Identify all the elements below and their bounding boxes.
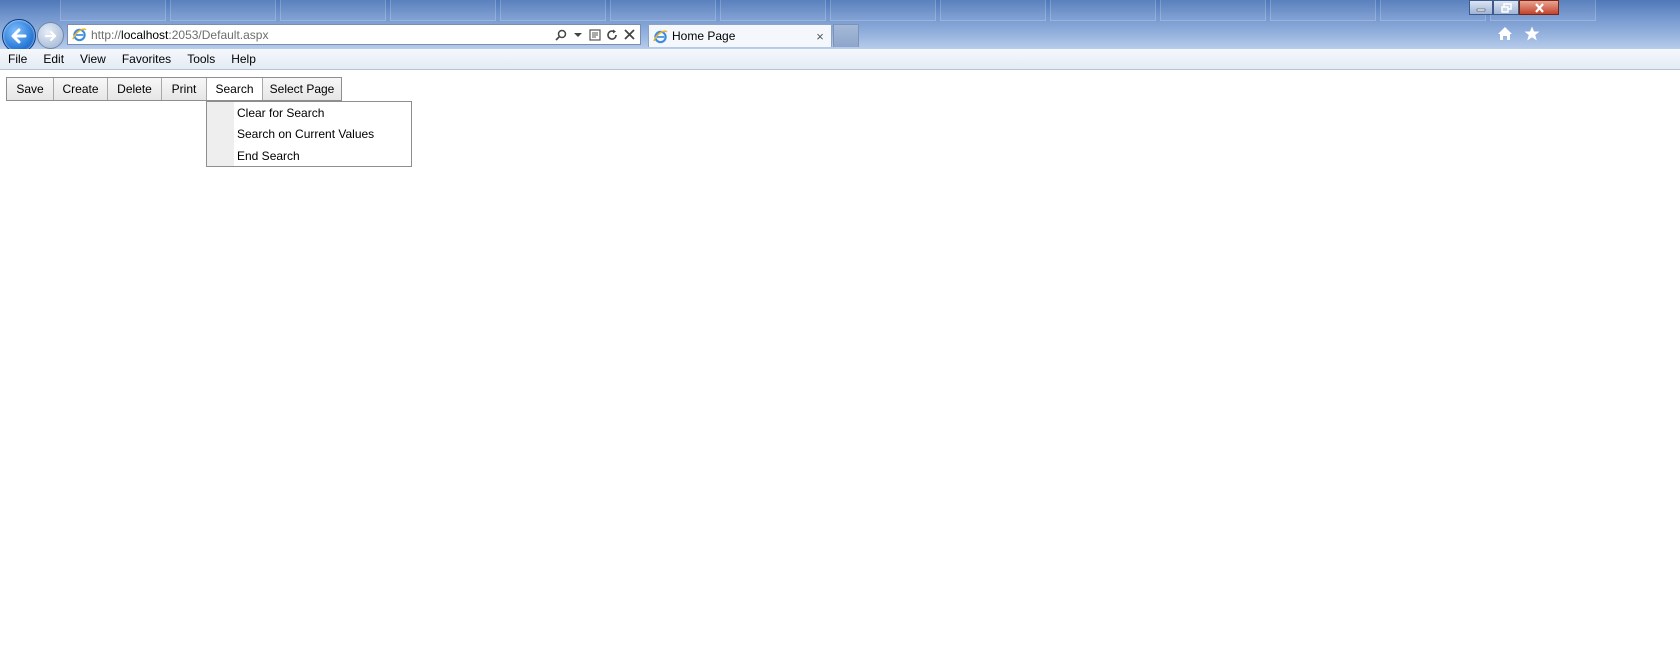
menu-icon-gutter	[207, 102, 234, 166]
restore-icon	[1500, 2, 1512, 13]
refresh-icon[interactable]	[606, 28, 618, 42]
menu-edit[interactable]: Edit	[35, 49, 72, 69]
tab-title: Home Page	[672, 29, 736, 43]
search-dropdown-menu: Clear for Search Search on Current Value…	[206, 101, 412, 167]
forward-arrow-icon	[44, 30, 56, 41]
dropdown-arrow-icon[interactable]	[572, 28, 584, 42]
compatibility-view-icon[interactable]	[589, 28, 601, 42]
window-controls	[1469, 0, 1559, 15]
background-taskbar-strip	[60, 0, 1596, 21]
url-prefix: http://	[91, 27, 122, 42]
menu-item-end-search[interactable]: End Search	[237, 146, 300, 166]
address-url[interactable]: http://localhost:2053/Default.aspx	[91, 28, 555, 42]
menu-tools[interactable]: Tools	[179, 49, 223, 69]
back-button[interactable]	[2, 19, 36, 49]
menu-help[interactable]: Help	[223, 49, 264, 69]
search-icon[interactable]	[555, 28, 567, 42]
select-page-button[interactable]: Select Page	[263, 78, 341, 100]
back-arrow-icon	[11, 28, 27, 44]
menu-item-clear-for-search[interactable]: Clear for Search	[237, 103, 324, 123]
menu-file[interactable]: File	[0, 49, 35, 69]
ie-tab-icon	[653, 30, 668, 43]
create-button[interactable]: Create	[54, 78, 108, 100]
menu-item-search-on-current-values[interactable]: Search on Current Values	[237, 124, 374, 144]
stop-icon[interactable]	[623, 28, 635, 42]
search-button[interactable]: Search	[207, 78, 263, 100]
close-icon	[1534, 2, 1544, 13]
forward-button[interactable]	[37, 22, 64, 49]
page-toolbar: Save Create Delete Print Search Select P…	[6, 77, 342, 101]
new-tab-button[interactable]	[833, 24, 859, 47]
minimize-button[interactable]	[1469, 0, 1493, 15]
delete-button[interactable]: Delete	[108, 78, 162, 100]
minimize-icon	[1476, 8, 1486, 11]
tab-home-page[interactable]: Home Page ×	[648, 24, 832, 47]
print-button[interactable]: Print	[162, 78, 207, 100]
command-icons	[1497, 26, 1540, 44]
restore-button[interactable]	[1493, 0, 1519, 15]
menu-bar: File Edit View Favorites Tools Help	[0, 49, 1680, 70]
home-icon[interactable]	[1497, 26, 1513, 44]
star-icon[interactable]	[1524, 26, 1540, 44]
address-bar[interactable]: http://localhost:2053/Default.aspx	[67, 24, 641, 45]
url-rest: :2053/Default.aspx	[168, 27, 269, 42]
url-host: localhost	[121, 27, 169, 42]
tab-close-icon[interactable]: ×	[813, 29, 827, 44]
ie-page-icon	[72, 28, 87, 42]
save-button[interactable]: Save	[7, 78, 54, 100]
close-window-button[interactable]	[1519, 0, 1559, 15]
menu-view[interactable]: View	[72, 49, 114, 69]
menu-favorites[interactable]: Favorites	[114, 49, 179, 69]
browser-chrome: http://localhost:2053/Default.aspx Home …	[0, 0, 1680, 49]
